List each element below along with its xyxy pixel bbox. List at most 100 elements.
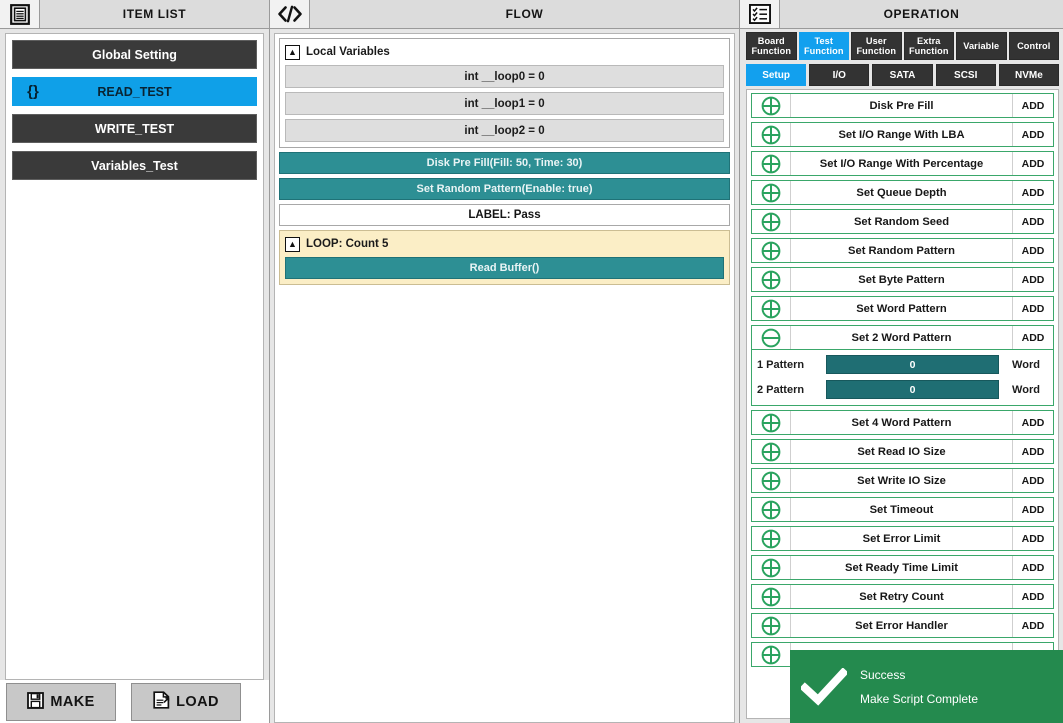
tab-variable[interactable]: Variable bbox=[956, 32, 1007, 60]
chevron-up-icon[interactable]: ▲ bbox=[285, 236, 300, 252]
add-button[interactable]: ADD bbox=[1013, 123, 1053, 146]
flow-statement-label-pass[interactable]: LABEL: Pass bbox=[279, 204, 730, 226]
operation-row[interactable]: Set Read IO Size ADD bbox=[751, 439, 1054, 464]
operation-row[interactable]: Disk Pre Fill ADD bbox=[751, 93, 1054, 118]
add-button[interactable]: ADD bbox=[1013, 210, 1053, 233]
operation-row[interactable]: Set Random Pattern ADD bbox=[751, 238, 1054, 263]
operation-row[interactable]: Set Random Seed ADD bbox=[751, 209, 1054, 234]
operation-row-expanded[interactable]: Set 2 Word Pattern ADD bbox=[751, 325, 1054, 350]
flow-statement-read-buffer[interactable]: Read Buffer() bbox=[285, 257, 724, 279]
plus-circle-icon[interactable] bbox=[752, 585, 790, 608]
plus-circle-icon[interactable] bbox=[752, 469, 790, 492]
code-brackets-icon[interactable] bbox=[270, 0, 310, 28]
flow-statement-disk-pre-fill[interactable]: Disk Pre Fill(Fill: 50, Time: 30) bbox=[279, 152, 730, 174]
subtab-scsi[interactable]: SCSI bbox=[935, 64, 996, 86]
operation-row[interactable]: Set Retry Count ADD bbox=[751, 584, 1054, 609]
loop-header[interactable]: ▲ LOOP: Count 5 bbox=[285, 235, 724, 253]
plus-circle-icon[interactable] bbox=[752, 643, 790, 666]
chevron-up-icon[interactable]: ▲ bbox=[285, 44, 300, 60]
add-button[interactable]: ADD bbox=[1013, 585, 1053, 608]
success-toast[interactable]: Success Make Script Complete bbox=[790, 650, 1063, 723]
plus-circle-icon[interactable] bbox=[752, 527, 790, 550]
load-button[interactable]: LOAD bbox=[131, 683, 241, 721]
plus-circle-icon[interactable] bbox=[752, 152, 790, 175]
checklist-icon[interactable] bbox=[740, 0, 780, 28]
add-button[interactable]: ADD bbox=[1013, 440, 1053, 463]
plus-circle-icon[interactable] bbox=[752, 556, 790, 579]
plus-circle-icon[interactable] bbox=[752, 268, 790, 291]
add-button[interactable]: ADD bbox=[1013, 498, 1053, 521]
plus-circle-icon[interactable] bbox=[752, 123, 790, 146]
add-button[interactable]: ADD bbox=[1013, 326, 1053, 349]
plus-circle-icon[interactable] bbox=[752, 498, 790, 521]
operation-name: Set Write IO Size bbox=[790, 469, 1013, 492]
plus-circle-icon[interactable] bbox=[752, 181, 790, 204]
operation-row[interactable]: Set 4 Word Pattern ADD bbox=[751, 410, 1054, 435]
operation-row[interactable]: Set Ready Time Limit ADD bbox=[751, 555, 1054, 580]
operation-row[interactable]: Set Queue Depth ADD bbox=[751, 180, 1054, 205]
flow-loop-group: ▲ LOOP: Count 5 Read Buffer() bbox=[279, 230, 730, 285]
flow-variable-row[interactable]: int __loop0 = 0 bbox=[285, 65, 724, 88]
item-row-write-test[interactable]: WRITE_TEST bbox=[12, 114, 257, 143]
add-button[interactable]: ADD bbox=[1013, 297, 1053, 320]
item-list-panel: ITEM LIST Global Setting {} READ_TEST WR… bbox=[0, 0, 270, 723]
operation-row[interactable]: Set Write IO Size ADD bbox=[751, 468, 1054, 493]
subtab-io[interactable]: I/O bbox=[809, 64, 870, 86]
param-input[interactable]: 0 bbox=[826, 355, 999, 374]
plus-circle-icon[interactable] bbox=[752, 239, 790, 262]
make-button[interactable]: MAKE bbox=[6, 683, 116, 721]
item-row-read-test[interactable]: {} READ_TEST bbox=[12, 77, 257, 106]
add-button[interactable]: ADD bbox=[1013, 181, 1053, 204]
tab-test-function[interactable]: Test Function bbox=[798, 32, 849, 60]
operation-row[interactable]: Set Error Limit ADD bbox=[751, 526, 1054, 551]
plus-circle-icon[interactable] bbox=[752, 210, 790, 233]
operation-row[interactable]: Set Timeout ADD bbox=[751, 497, 1054, 522]
plus-circle-icon[interactable] bbox=[752, 297, 790, 320]
add-button[interactable]: ADD bbox=[1013, 268, 1053, 291]
clipboard-list-icon[interactable] bbox=[0, 0, 40, 28]
tab-user-function[interactable]: User Function bbox=[851, 32, 902, 60]
flow-statement-set-random-pattern[interactable]: Set Random Pattern(Enable: true) bbox=[279, 178, 730, 200]
plus-circle-icon[interactable] bbox=[752, 614, 790, 637]
item-label: READ_TEST bbox=[97, 84, 172, 99]
add-button[interactable]: ADD bbox=[1013, 469, 1053, 492]
bottom-action-bar: MAKE LOAD bbox=[0, 680, 269, 723]
subtab-setup[interactable]: Setup bbox=[746, 64, 807, 86]
operation-row[interactable]: Set Error Handler ADD bbox=[751, 613, 1054, 638]
subtab-sata[interactable]: SATA bbox=[872, 64, 933, 86]
operation-name: Disk Pre Fill bbox=[790, 94, 1013, 117]
plus-circle-icon[interactable] bbox=[752, 411, 790, 434]
item-row-global-setting[interactable]: Global Setting bbox=[12, 40, 257, 69]
flow-title: FLOW bbox=[310, 0, 739, 28]
application-window: ITEM LIST Global Setting {} READ_TEST WR… bbox=[0, 0, 1063, 723]
operation-row[interactable]: Set Word Pattern ADD bbox=[751, 296, 1054, 321]
param-label: 1 Pattern bbox=[757, 358, 805, 371]
tab-control[interactable]: Control bbox=[1008, 32, 1059, 60]
add-button[interactable]: ADD bbox=[1013, 152, 1053, 175]
add-button[interactable]: ADD bbox=[1013, 614, 1053, 637]
operation-row[interactable]: Set I/O Range With Percentage ADD bbox=[751, 151, 1054, 176]
operation-row[interactable]: Set Byte Pattern ADD bbox=[751, 267, 1054, 292]
operation-name: Set 2 Word Pattern bbox=[790, 326, 1013, 349]
flow-variable-row[interactable]: int __loop2 = 0 bbox=[285, 119, 724, 142]
add-button[interactable]: ADD bbox=[1013, 527, 1053, 550]
operation-list[interactable]: Disk Pre Fill ADD Set I/O Range With LBA… bbox=[746, 89, 1059, 719]
add-button[interactable]: ADD bbox=[1013, 556, 1053, 579]
operation-row[interactable]: Set I/O Range With LBA ADD bbox=[751, 122, 1054, 147]
add-button[interactable]: ADD bbox=[1013, 94, 1053, 117]
plus-circle-icon[interactable] bbox=[752, 94, 790, 117]
subtab-nvme[interactable]: NVMe bbox=[998, 64, 1060, 86]
flow-variable-row[interactable]: int __loop1 = 0 bbox=[285, 92, 724, 115]
tab-line1: Variable bbox=[963, 40, 1000, 51]
operation-header: OPERATION bbox=[740, 0, 1063, 29]
tab-line1: Extra bbox=[917, 35, 941, 46]
add-button[interactable]: ADD bbox=[1013, 411, 1053, 434]
plus-circle-icon[interactable] bbox=[752, 440, 790, 463]
param-input[interactable]: 0 bbox=[826, 380, 999, 399]
minus-circle-icon[interactable] bbox=[752, 326, 790, 349]
add-button[interactable]: ADD bbox=[1013, 239, 1053, 262]
tab-board-function[interactable]: Board Function bbox=[746, 32, 797, 60]
tab-extra-function[interactable]: Extra Function bbox=[903, 32, 954, 60]
local-variables-header[interactable]: ▲ Local Variables bbox=[285, 43, 724, 61]
item-row-variables-test[interactable]: Variables_Test bbox=[12, 151, 257, 180]
